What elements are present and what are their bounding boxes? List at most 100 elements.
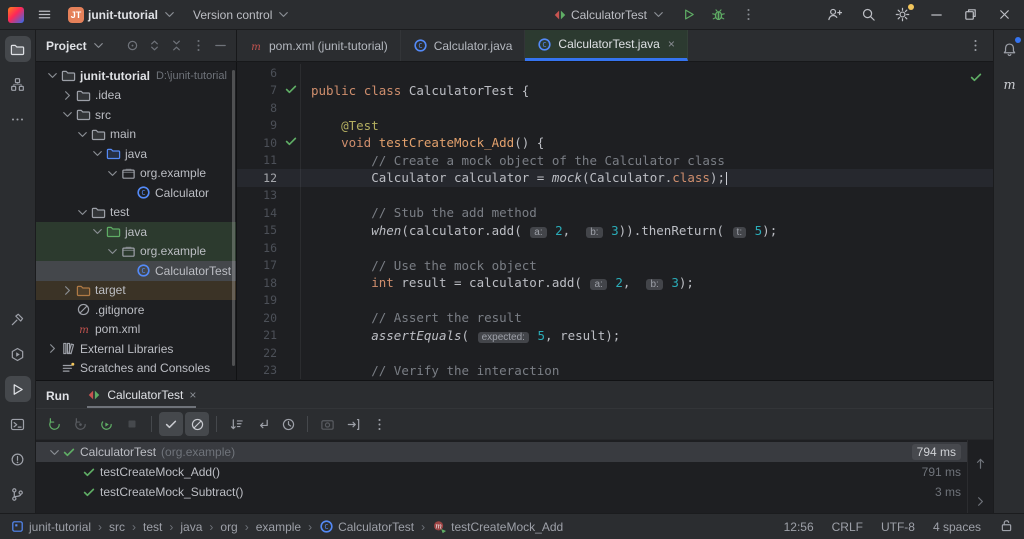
more-actions-button[interactable] xyxy=(736,3,760,27)
tree-toggle[interactable] xyxy=(104,244,120,259)
main-menu-button[interactable] xyxy=(32,3,56,27)
indent-widget[interactable]: 4 spaces xyxy=(933,520,981,534)
window-minimize-button[interactable] xyxy=(924,3,948,27)
project-toolbar-collapse-all-button[interactable] xyxy=(166,36,186,56)
tree-item--idea[interactable]: .idea xyxy=(36,86,236,106)
breadcrumb-item-example[interactable]: example xyxy=(256,520,301,534)
code-line-13[interactable]: 13 xyxy=(237,186,993,204)
stop-button[interactable] xyxy=(120,412,144,436)
caret-position-widget[interactable]: 12:56 xyxy=(784,520,814,534)
line-ending-widget[interactable]: CRLF xyxy=(832,520,863,534)
code-line-9[interactable]: 9 @Test xyxy=(237,116,993,134)
maven-toolwindow-button[interactable]: m xyxy=(996,71,1022,97)
run-tab-calculatortest[interactable]: CalculatorTest × xyxy=(87,388,197,408)
screenshot-button[interactable] xyxy=(315,412,339,436)
export-test-results-button[interactable] xyxy=(341,412,365,436)
notifications-button[interactable] xyxy=(996,36,1022,62)
code-with-me-button[interactable] xyxy=(822,3,846,27)
tree-item--gitignore[interactable]: .gitignore xyxy=(36,300,236,320)
test-result-testcreatemock-add-[interactable]: testCreateMock_Add() 791 ms xyxy=(36,462,967,482)
chevron-down-icon[interactable] xyxy=(91,38,106,53)
test-history-button[interactable] xyxy=(276,412,300,436)
close-icon[interactable]: × xyxy=(189,388,196,402)
breadcrumb-item-calculatortest[interactable]: C CalculatorTest xyxy=(319,519,414,534)
breadcrumb-item-test[interactable]: test xyxy=(143,520,162,534)
run-toolwindow-button[interactable] xyxy=(4,376,31,402)
expand-right-icon[interactable] xyxy=(973,494,988,509)
project-toolwindow-button[interactable] xyxy=(4,36,31,62)
tab-calculatortest-java[interactable]: C CalculatorTest.java × xyxy=(525,30,688,61)
window-close-button[interactable] xyxy=(992,3,1016,27)
code-editor[interactable]: 6 7 public class CalculatorTest {8 9 @Test 1… xyxy=(237,62,993,380)
results-toggle[interactable] xyxy=(46,445,62,460)
code-line-22[interactable]: 22 xyxy=(237,344,993,362)
tree-item-org-example[interactable]: org.example xyxy=(36,241,236,261)
scroll-up-icon[interactable] xyxy=(973,456,988,471)
code-line-19[interactable]: 19 xyxy=(237,291,993,309)
tree-item-java[interactable]: java xyxy=(36,222,236,242)
code-line-8[interactable]: 8 xyxy=(237,99,993,117)
tree-toggle[interactable] xyxy=(74,205,90,220)
code-line-11[interactable]: 11 // Create a mock object of the Calcul… xyxy=(237,151,993,169)
inspections-ok-icon[interactable] xyxy=(969,70,983,84)
run-test-gutter-button[interactable] xyxy=(284,82,298,99)
code-line-7[interactable]: 7 public class CalculatorTest { xyxy=(237,81,993,99)
tree-toggle[interactable] xyxy=(89,224,105,239)
tree-item-test[interactable]: test xyxy=(36,203,236,223)
tree-toggle[interactable] xyxy=(59,88,75,103)
build-toolwindow-button[interactable] xyxy=(5,306,31,332)
settings-button[interactable] xyxy=(890,3,914,27)
more-vert-button[interactable] xyxy=(367,412,391,436)
tree-item-external-libraries[interactable]: External Libraries xyxy=(36,339,236,359)
structure-toolwindow-button[interactable] xyxy=(5,71,31,97)
encoding-widget[interactable]: UTF-8 xyxy=(881,520,915,534)
debug-button[interactable] xyxy=(706,3,730,27)
tree-item-target[interactable]: target xyxy=(36,280,236,300)
code-line-15[interactable]: 15 when(calculator.add( a: 2, b: 3)).the… xyxy=(237,221,993,239)
toggle-auto-test-button[interactable] xyxy=(94,412,118,436)
tree-item-calculatortest[interactable]: C CalculatorTest xyxy=(36,261,236,281)
rerun-failed-button[interactable] xyxy=(68,412,92,436)
tab-pom-xml-junit-tutorial-[interactable]: m pom.xml (junit-tutorial) xyxy=(237,30,401,61)
collapse-tree-button[interactable] xyxy=(250,412,274,436)
test-result-calculatortest[interactable]: CalculatorTest (org.example) 794 ms xyxy=(36,442,967,462)
tree-toggle[interactable] xyxy=(104,166,120,181)
project-toolbar-locate-button[interactable] xyxy=(122,36,142,56)
code-line-18[interactable]: 18 int result = calculator.add( a: 2, b:… xyxy=(237,274,993,292)
rerun-button[interactable] xyxy=(42,412,66,436)
show-ignored-button[interactable] xyxy=(185,412,209,436)
run-button[interactable] xyxy=(676,3,700,27)
problems-toolwindow-button[interactable] xyxy=(5,446,31,472)
project-toolbar-more-vert-button[interactable] xyxy=(188,36,208,56)
project-widget[interactable]: JT junit-tutorial xyxy=(64,3,181,27)
code-line-10[interactable]: 10 void testCreateMock_Add() { xyxy=(237,134,993,152)
window-restore-button[interactable] xyxy=(958,3,982,27)
tree-item-src[interactable]: src xyxy=(36,105,236,125)
terminal-toolwindow-button[interactable] xyxy=(5,411,31,437)
test-result-testcreatemock-subtract-[interactable]: testCreateMock_Subtract() 3 ms xyxy=(36,482,967,502)
project-toolbar-hide-panel-button[interactable] xyxy=(210,36,230,56)
code-line-20[interactable]: 20 // Assert the result xyxy=(237,309,993,327)
services-toolwindow-button[interactable] xyxy=(5,341,31,367)
tree-toggle[interactable] xyxy=(59,107,75,122)
tree-item-org-example[interactable]: org.example xyxy=(36,164,236,184)
code-line-6[interactable]: 6 xyxy=(237,64,993,82)
show-passed-button[interactable] xyxy=(159,412,183,436)
editor-tab-options-button[interactable] xyxy=(965,36,985,56)
code-line-16[interactable]: 16 xyxy=(237,239,993,257)
tree-toggle[interactable] xyxy=(89,146,105,161)
tab-calculator-java[interactable]: C Calculator.java xyxy=(401,30,526,61)
tree-item-calculator[interactable]: C Calculator xyxy=(36,183,236,203)
run-configuration-widget[interactable]: CalculatorTest xyxy=(549,3,670,27)
tree-item-scratches-and-consoles[interactable]: Scratches and Consoles xyxy=(36,359,236,379)
tree-toggle[interactable] xyxy=(59,283,75,298)
tree-item-main[interactable]: main xyxy=(36,125,236,145)
tree-toggle[interactable] xyxy=(44,68,60,83)
file-lock-widget[interactable] xyxy=(999,518,1014,536)
tree-item-junit-tutorial[interactable]: junit-tutorial D:\junit-tutorial xyxy=(36,66,236,86)
breadcrumb-item-org[interactable]: org xyxy=(220,520,237,534)
breadcrumb-item-junit-tutorial[interactable]: junit-tutorial xyxy=(10,519,91,534)
vcs-widget[interactable]: Version control xyxy=(189,3,295,27)
project-toolbar-expand-all-button[interactable] xyxy=(144,36,164,56)
code-line-14[interactable]: 14 // Stub the add method xyxy=(237,204,993,222)
